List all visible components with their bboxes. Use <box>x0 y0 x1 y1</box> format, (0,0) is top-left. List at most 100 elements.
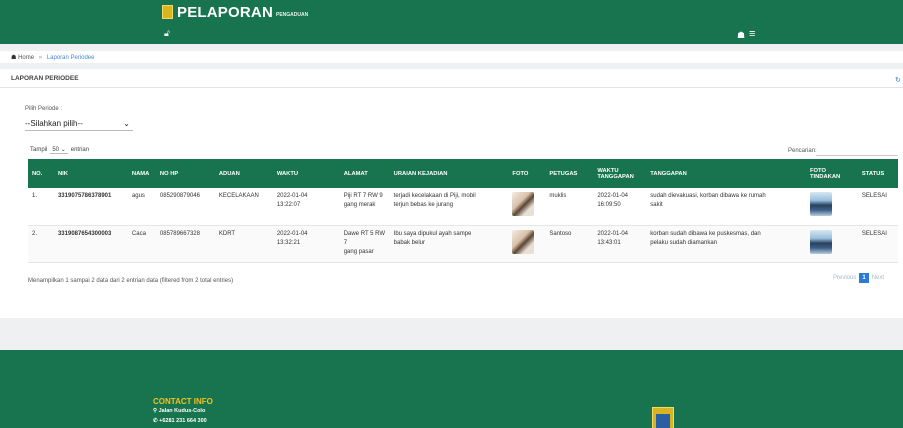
footer: CONTACT INFO ⚲ Jalan Kudus-Colo ✆ +6281 … <box>0 350 903 428</box>
table-info: Menampilkan 1 sampai 2 data dari 2 entri… <box>28 278 234 284</box>
cell-tanggapan-line2: sakit <box>650 202 663 208</box>
search-input[interactable] <box>816 155 898 156</box>
cell-alamat-line1: Piji RT 7 RW 9 <box>343 193 383 199</box>
col-header-petugas[interactable]: PETUGAS <box>545 159 593 188</box>
cell-tanggapan-line2: pelaku sudah diamankan <box>650 239 718 246</box>
footer-logo-emblem <box>656 414 670 428</box>
cell-no: 1. <box>32 193 38 199</box>
home-crumb-icon: ☗ <box>11 55 17 61</box>
cell-tanggapan: korban sudah dibawa ke puskesmas, dan pel… <box>646 225 806 262</box>
map-pin-icon: ⚲ <box>153 408 158 414</box>
breadcrumb-current[interactable]: Laporan Periodee <box>47 55 95 61</box>
cell-uraian: Ibu saya dipukul ayah sampe babak belur <box>390 225 509 262</box>
contact-address: ⚲ Jalan Kudus-Colo <box>153 408 205 414</box>
breadcrumb-separator: » <box>38 55 43 61</box>
hamburger-menu-icon[interactable]: ≡ <box>749 28 755 40</box>
foto-tindakan-thumbnail[interactable] <box>809 229 832 254</box>
pagination: Previous 1 Next <box>833 273 884 283</box>
col-header-foto-tindakan[interactable]: FOTO TINDAKAN <box>806 159 858 188</box>
cell-waktu-time: 13:32:21 <box>276 239 301 246</box>
cell-tanggapan-line1: sudah dievakuasi, korban dibawa ke rumah <box>650 193 766 199</box>
cell-uraian-line2: terjun bebas ke jurang <box>393 202 454 208</box>
brand[interactable]: PELAPORAN PENGADUAN <box>162 4 308 21</box>
cell-waktu-date: 2022-01-04 <box>276 193 308 199</box>
foto-thumbnail[interactable] <box>512 229 535 254</box>
cell-status: SELESAI <box>861 193 887 199</box>
cell-nama: Caca <box>131 230 146 237</box>
foto-thumbnail[interactable] <box>512 192 535 216</box>
cell-wt-date: 2022-01-04 <box>597 230 629 237</box>
cell-waktu-time: 13:22:07 <box>276 202 301 208</box>
col-header-nama[interactable]: NAMA <box>128 159 156 188</box>
cell-uraian-line1: Ibu saya dipukul ayah sampe <box>393 230 472 237</box>
cell-nik: 3319087654300003 <box>57 230 112 237</box>
col-header-waktu[interactable]: WAKTU <box>273 159 340 188</box>
cell-aduan: KDRT <box>218 230 236 237</box>
unlock-icon[interactable]: 🔓︎ <box>164 28 170 39</box>
cell-uraian: terjadi kecelakaan di Piji, mobil terjun … <box>390 188 509 225</box>
entries-control: Tampil 50 ⌄ entrian <box>30 146 89 154</box>
footer-logo <box>652 407 674 428</box>
col-header-no[interactable]: NO. <box>28 159 54 188</box>
cell-wt-date: 2022-01-04 <box>597 193 629 199</box>
breadcrumb: ☗ Home » Laporan Periodee <box>0 51 903 63</box>
cell-waktu-tanggapan: 2022-01-04 13:43:01 <box>593 225 646 262</box>
table-row: 1. 3319075786378901 agus 085290879046 KE… <box>28 188 898 225</box>
cell-waktu-date: 2022-01-04 <box>276 230 308 237</box>
col-header-status[interactable]: STATUS <box>858 159 898 188</box>
chevron-down-icon: ⌄ <box>60 147 66 153</box>
cell-nohp: 085789667328 <box>159 230 200 237</box>
col-header-uraian[interactable]: URAIAN KEJADIAN <box>390 159 509 188</box>
cell-foto-tindakan <box>806 188 858 225</box>
col-header-nik[interactable]: NIK <box>54 159 128 188</box>
cell-alamat: Piji RT 7 RW 9 gang merak <box>340 188 390 225</box>
phone-icon: ✆ <box>153 418 158 424</box>
cell-alamat: Dawe RT 5 RW 7 gang pasar <box>340 225 390 262</box>
contact-address-text: Jalan Kudus-Colo <box>158 408 206 414</box>
contact-title: CONTACT INFO <box>153 397 213 406</box>
search-label: Pencarian: <box>788 148 817 154</box>
col-header-tanggapan[interactable]: TANGGAPAN <box>646 159 806 188</box>
chevron-down-icon: ⌄ <box>123 119 130 128</box>
foto-tindakan-thumbnail[interactable] <box>809 192 832 216</box>
cell-alamat-line1: Dawe RT 5 RW 7 <box>343 230 386 246</box>
cell-waktu-tanggapan: 2022-01-04 16:09:50 <box>593 188 646 225</box>
previous-page-button[interactable]: Previous <box>833 275 856 281</box>
cell-uraian-line2: babak belur <box>393 239 426 246</box>
page-1-button[interactable]: 1 <box>859 273 869 283</box>
cell-wt-time: 13:43:01 <box>597 239 621 246</box>
home-icon[interactable]: ☗ <box>737 30 745 41</box>
next-page-button[interactable]: Next <box>872 275 884 281</box>
col-header-foto[interactable]: FOTO <box>508 159 545 188</box>
top-navbar: PELAPORAN PENGADUAN 🔓︎ ☗ ≡ <box>0 0 903 44</box>
refresh-icon[interactable]: ↻ <box>895 76 901 84</box>
cell-no: 2. <box>32 230 38 237</box>
entries-select[interactable]: 50 ⌄ <box>50 146 68 154</box>
col-header-waktu-tanggapan[interactable]: WAKTU TANGGAPAN <box>593 159 646 188</box>
tampil-label: Tampil <box>30 147 48 153</box>
cell-alamat-line2: gang pasar <box>343 248 374 255</box>
entries-suffix: entrian <box>70 147 90 153</box>
cell-alamat-line2: gang merak <box>343 202 376 208</box>
report-panel: LAPORAN PERIODEE ↻ Pilih Periode : --Sil… <box>0 69 903 318</box>
cell-waktu: 2022-01-04 13:22:07 <box>273 188 340 225</box>
periode-label: Pilih Periode : <box>25 106 63 112</box>
cell-tanggapan-line1: korban sudah dibawa ke puskesmas, dan <box>650 230 761 237</box>
brand-title: PELAPORAN <box>177 4 273 21</box>
breadcrumb-home[interactable]: Home <box>18 55 34 61</box>
contact-phone: ✆ +6281 231 664 300 <box>153 418 207 424</box>
col-header-foto-tindakan-line2: TINDAKAN <box>809 173 841 180</box>
col-header-alamat[interactable]: ALAMAT <box>340 159 390 188</box>
cell-nama: agus <box>131 193 145 199</box>
contact-phone-text: +6281 231 664 300 <box>159 418 207 424</box>
col-header-aduan[interactable]: ADUAN <box>215 159 273 188</box>
panel-divider <box>0 87 903 88</box>
cell-nohp: 085290879046 <box>159 193 200 199</box>
col-header-waktu-tanggapan-line2: TANGGAPAN <box>597 173 634 180</box>
cell-foto <box>508 225 545 262</box>
col-header-nohp[interactable]: NO HP <box>156 159 215 188</box>
periode-select[interactable]: --Silahkan pilih-- ⌄ <box>25 117 133 131</box>
table-header-row: NO. NIK NAMA NO HP ADUAN WAKTU ALAMAT UR… <box>28 159 898 188</box>
brand-logo <box>162 5 173 19</box>
entries-select-value: 50 <box>52 147 60 153</box>
